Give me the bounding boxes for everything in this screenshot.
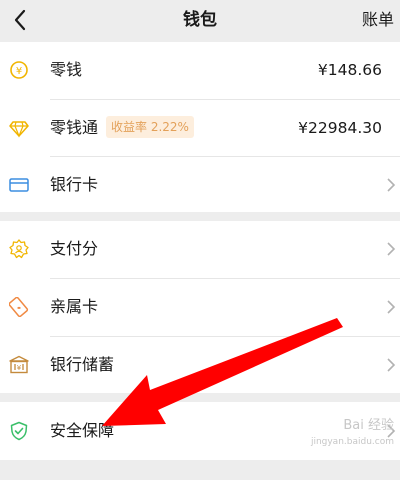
page-title: 钱包 xyxy=(183,10,217,30)
row-pay-score[interactable]: 支付分 xyxy=(0,221,400,277)
watermark-text: Bai 经验 xyxy=(343,418,394,433)
row-bank-card[interactable]: 银行卡 xyxy=(0,157,400,213)
row-label: 银行卡 xyxy=(50,175,99,194)
yield-rate-badge: 收益率 2.22% xyxy=(106,116,194,138)
bill-button[interactable]: 账单 xyxy=(362,0,394,40)
row-family-card[interactable]: 亲属卡 xyxy=(0,279,400,335)
watermark: Bai 经验 jingyan.baidu.com xyxy=(311,418,394,450)
row-label: 支付分 xyxy=(50,239,99,258)
row-label: 亲属卡 xyxy=(50,297,99,316)
svg-text:¥: ¥ xyxy=(17,364,22,372)
chevron-right-icon xyxy=(387,178,396,192)
bank-savings-icon: ¥ xyxy=(9,355,29,374)
row-label: 银行储蓄 xyxy=(50,355,115,374)
services-group: 支付分 亲属卡 ¥ 银行储蓄 xyxy=(0,221,400,393)
row-label: 零钱 xyxy=(50,60,83,79)
wallet-balance-group: ¥ 零钱 ¥148.66 零钱通 收益率 2.22% ¥22984.30 银行卡 xyxy=(0,42,400,212)
svg-text:¥: ¥ xyxy=(16,66,22,77)
row-bank-savings[interactable]: ¥ 银行储蓄 xyxy=(0,337,400,393)
coin-icon: ¥ xyxy=(10,61,28,79)
chevron-right-icon xyxy=(387,358,396,372)
diamond-icon xyxy=(9,121,29,138)
pay-score-icon xyxy=(9,239,29,259)
row-label: 零钱通 xyxy=(50,118,99,137)
row-change-plus[interactable]: 零钱通 收益率 2.22% ¥22984.30 xyxy=(0,100,400,156)
row-value: ¥22984.30 xyxy=(298,119,382,137)
top-bar: 钱包 账单 xyxy=(0,0,400,40)
bank-card-icon xyxy=(9,178,29,192)
row-change[interactable]: ¥ 零钱 ¥148.66 xyxy=(0,42,400,98)
row-value: ¥148.66 xyxy=(317,61,382,79)
security-shield-icon xyxy=(10,421,28,441)
chevron-right-icon xyxy=(387,242,396,256)
row-label: 安全保障 xyxy=(50,421,115,440)
watermark-url: jingyan.baidu.com xyxy=(310,437,394,447)
family-card-icon xyxy=(9,297,29,317)
chevron-right-icon xyxy=(387,300,396,314)
